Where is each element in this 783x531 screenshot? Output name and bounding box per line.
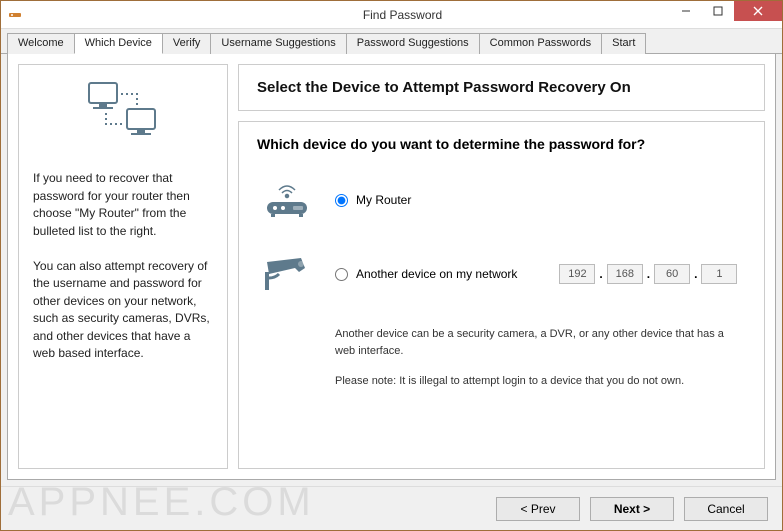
app-icon xyxy=(7,7,23,23)
ip-dot: . xyxy=(597,267,604,281)
cancel-button[interactable]: Cancel xyxy=(684,497,768,521)
tab-start[interactable]: Start xyxy=(601,33,646,54)
radio-other-label: Another device on my network xyxy=(356,267,517,281)
tab-verify[interactable]: Verify xyxy=(162,33,212,54)
ip-octet-2[interactable] xyxy=(607,264,643,284)
page-title: Select the Device to Attempt Password Re… xyxy=(257,79,746,96)
ip-octet-1[interactable] xyxy=(559,264,595,284)
radio-router-wrap[interactable]: My Router xyxy=(335,193,411,207)
app-window: Find Password Welcome Which Device Verif… xyxy=(0,0,783,531)
option-row-router: My Router xyxy=(257,178,746,222)
tab-password-suggestions[interactable]: Password Suggestions xyxy=(346,33,480,54)
network-diagram-icon xyxy=(33,79,213,150)
main-panel: Select the Device to Attempt Password Re… xyxy=(238,64,765,469)
hint-legal: Please note: It is illegal to attempt lo… xyxy=(335,373,746,390)
close-button[interactable] xyxy=(734,1,782,21)
window-controls xyxy=(670,1,782,21)
maximize-button[interactable] xyxy=(702,1,734,21)
question-label: Which device do you want to determine th… xyxy=(257,136,746,152)
tab-which-device[interactable]: Which Device xyxy=(74,33,163,54)
radio-router-label: My Router xyxy=(356,193,411,207)
wizard-footer: < Prev Next > Cancel xyxy=(1,486,782,530)
ip-dot: . xyxy=(645,267,652,281)
tab-bar: Welcome Which Device Verify Username Sug… xyxy=(1,29,782,54)
titlebar: Find Password xyxy=(1,1,782,29)
minimize-button[interactable] xyxy=(670,1,702,21)
tab-common-passwords[interactable]: Common Passwords xyxy=(479,33,602,54)
hint-other-device: Another device can be a security camera,… xyxy=(335,326,746,359)
option-row-other: Another device on my network . . . xyxy=(257,252,746,296)
hints-block: Another device can be a security camera,… xyxy=(335,326,746,390)
form-box: Which device do you want to determine th… xyxy=(238,121,765,469)
router-icon xyxy=(257,178,317,222)
camera-icon xyxy=(257,252,317,296)
page-heading-box: Select the Device to Attempt Password Re… xyxy=(238,64,765,111)
radio-other[interactable] xyxy=(335,268,348,281)
ip-octet-4[interactable] xyxy=(701,264,737,284)
tab-welcome[interactable]: Welcome xyxy=(7,33,75,54)
ip-octet-3[interactable] xyxy=(654,264,690,284)
content-area: If you need to recover that password for… xyxy=(7,54,776,480)
radio-router[interactable] xyxy=(335,194,348,207)
ip-dot: . xyxy=(692,267,699,281)
radio-other-wrap[interactable]: Another device on my network xyxy=(335,267,517,281)
window-title: Find Password xyxy=(23,8,782,22)
prev-button[interactable]: < Prev xyxy=(496,497,580,521)
ip-address-fields: . . . xyxy=(559,264,737,284)
tab-username-suggestions[interactable]: Username Suggestions xyxy=(210,33,346,54)
next-button[interactable]: Next > xyxy=(590,497,674,521)
sidebar-paragraph-1: If you need to recover that password for… xyxy=(33,170,213,240)
sidebar-paragraph-2: You can also attempt recovery of the use… xyxy=(33,258,213,362)
info-sidebar: If you need to recover that password for… xyxy=(18,64,228,469)
